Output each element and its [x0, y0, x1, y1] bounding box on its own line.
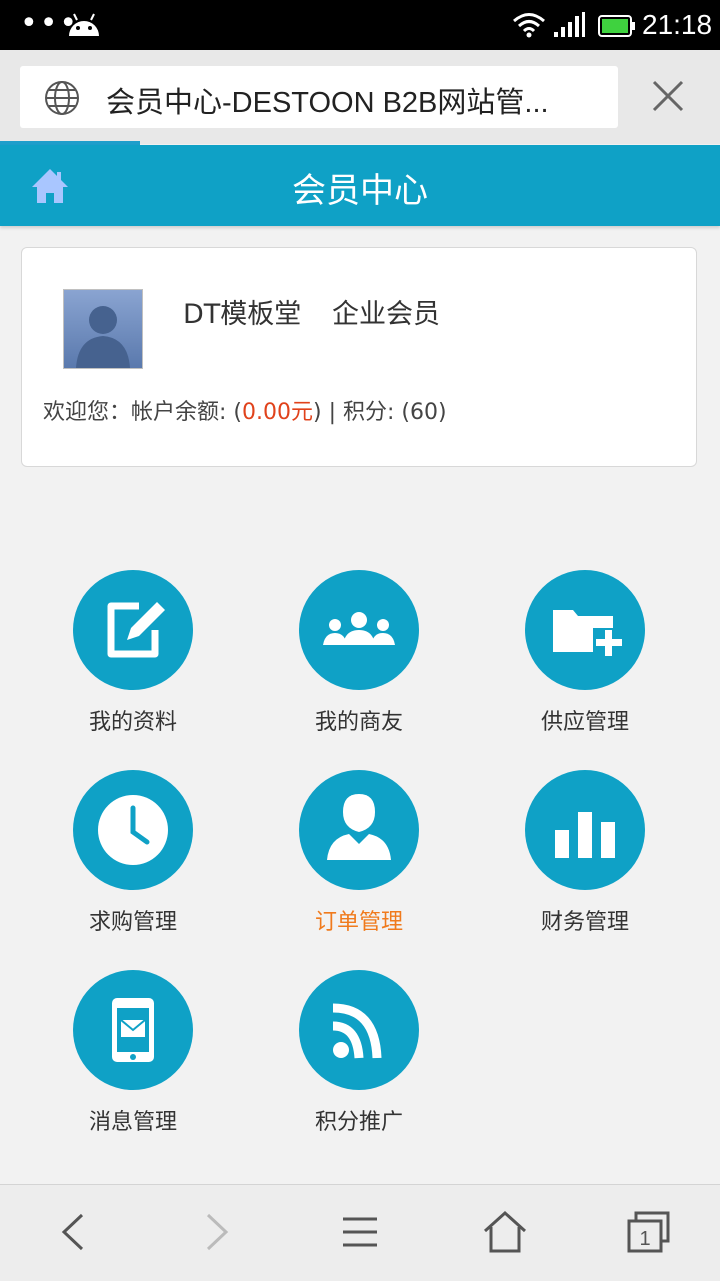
- menu-item-supply[interactable]: 供应管理: [472, 570, 698, 770]
- user-group: 企业会员: [332, 299, 440, 330]
- forward-icon[interactable]: [196, 1209, 236, 1259]
- rss-icon: [332, 1003, 382, 1059]
- url-field[interactable]: 会员中心-DESTOON B2B网站管...: [20, 66, 618, 128]
- page-title: 会员中心: [292, 171, 428, 211]
- back-icon[interactable]: [54, 1209, 94, 1259]
- avatar[interactable]: [63, 289, 143, 369]
- menu-label: 我的资料: [88, 710, 177, 735]
- menu-item-finance[interactable]: 财务管理: [472, 770, 698, 970]
- page-title-url: 会员中心-DESTOON B2B网站管...: [106, 87, 549, 119]
- menu-item-orders[interactable]: 订单管理: [246, 770, 472, 970]
- user-name: DT模板堂: [183, 299, 302, 330]
- edit-profile-icon: [107, 602, 165, 658]
- bar-chart-icon: [555, 812, 615, 858]
- menu-item-my-profile[interactable]: 我的资料: [20, 570, 246, 770]
- friends-icon: [323, 612, 395, 645]
- menu-label: 供应管理: [540, 710, 629, 735]
- menu-label: 订单管理: [314, 910, 403, 935]
- folder-add-icon: [553, 610, 625, 660]
- welcome-prefix: 欢迎您：帐户余额: (: [43, 400, 242, 425]
- menu-item-points[interactable]: 积分推广: [246, 970, 472, 1170]
- browser-bottom-nav: 1: [0, 1184, 720, 1281]
- status-bar: ••• 21:18: [0, 0, 720, 50]
- menu-label: 积分推广: [314, 1110, 403, 1135]
- welcome-suffix: ) | 积分: (60): [313, 400, 447, 425]
- clock-time: 21:18: [642, 9, 713, 40]
- browser-url-bar: 会员中心-DESTOON B2B网站管...: [0, 50, 720, 144]
- clock-icon: [98, 795, 168, 865]
- account-summary: 欢迎您：帐户余额: (0.00元) | 积分: (60): [43, 394, 447, 426]
- page-header: 会员中心: [0, 145, 720, 226]
- wifi-icon: [512, 12, 546, 42]
- signal-icon: [552, 12, 586, 42]
- menu-item-purchase[interactable]: 求购管理: [20, 770, 246, 970]
- user-icon: [327, 794, 391, 860]
- menu-item-my-friends[interactable]: 我的商友: [246, 570, 472, 770]
- tab-count: 1: [639, 1228, 650, 1250]
- home-icon[interactable]: [482, 1209, 528, 1259]
- globe-icon: [44, 80, 80, 120]
- menu-label: 消息管理: [88, 1110, 177, 1135]
- account-balance: 0.00元: [242, 400, 313, 425]
- menu-label: 我的商友: [314, 710, 403, 735]
- menu-icon[interactable]: [340, 1209, 380, 1259]
- menu-label: 求购管理: [88, 910, 177, 935]
- user-info-card: DT模板堂 企业会员 欢迎您：帐户余额: (0.00元) | 积分: (60): [21, 247, 697, 467]
- tabs-icon[interactable]: 1: [626, 1209, 672, 1259]
- menu-item-messages[interactable]: 消息管理: [20, 970, 246, 1170]
- close-icon[interactable]: [650, 78, 686, 118]
- battery-icon: [598, 15, 636, 41]
- menu-label: 财务管理: [540, 910, 629, 935]
- phone-message-icon: [112, 998, 154, 1062]
- android-icon: [66, 10, 102, 42]
